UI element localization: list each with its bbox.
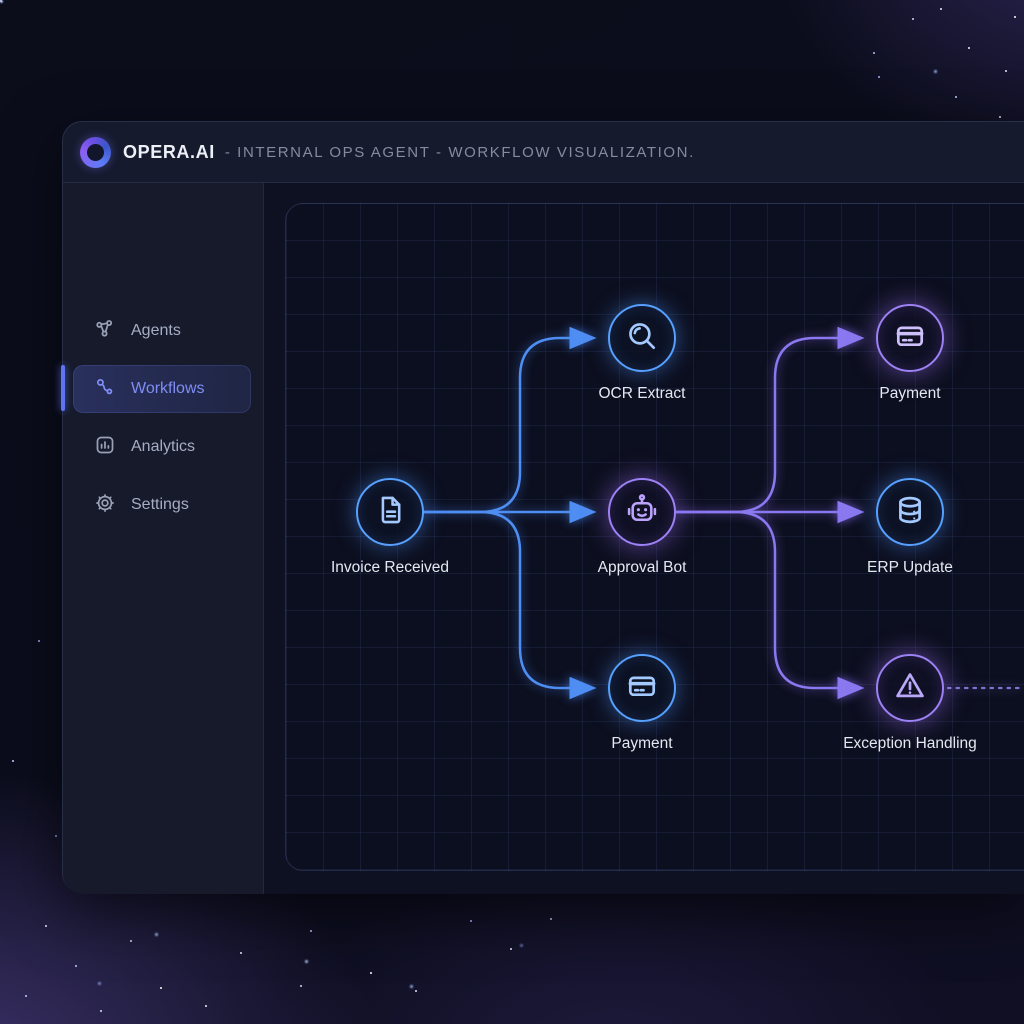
robot-icon [624,492,660,533]
brand-title: OPERA.AI [123,142,215,163]
sidebar: Agents Workflows Analy [63,183,264,894]
database-icon [892,492,928,533]
node-payment-top[interactable] [876,304,944,372]
sidebar-item-settings[interactable]: Settings [73,481,251,529]
workflow-branch-icon [94,376,116,403]
node-label-payment-top: Payment [800,385,1020,403]
sidebar-item-analytics[interactable]: Analytics [73,423,251,471]
starfield-large [0,0,3,3]
credit-card-icon [624,668,660,709]
gear-icon [94,492,116,519]
sidebar-item-agents[interactable]: Agents [73,307,251,355]
node-label-exception-handling: Exception Handling [800,735,1020,753]
active-nav-indicator [61,365,65,411]
node-label-erp-update: ERP Update [800,559,1020,577]
node-label-ocr-extract: OCR Extract [532,385,752,403]
warning-icon [892,668,928,709]
opera-logo-icon [80,137,111,168]
node-payment-bottom[interactable] [608,654,676,722]
node-label-invoice-received: Invoice Received [280,559,500,577]
header: OPERA.AI - INTERNAL OPS AGENT - WORKFLOW… [63,122,1024,183]
header-subtitle: - INTERNAL OPS AGENT - WORKFLOW VISUALIZ… [225,144,695,161]
sidebar-item-label: Agents [131,322,181,340]
agents-network-icon [94,318,116,345]
node-label-approval-bot: Approval Bot [532,559,752,577]
document-icon [373,493,407,532]
node-exception-handling[interactable] [876,654,944,722]
node-erp-update[interactable] [876,478,944,546]
sidebar-item-label: Workflows [131,380,205,398]
node-invoice-received[interactable] [356,478,424,546]
node-ocr-extract[interactable] [608,304,676,372]
node-approval-bot[interactable] [608,478,676,546]
sidebar-item-label: Settings [131,496,189,514]
magnifier-icon [624,318,660,359]
bar-chart-icon [94,434,116,461]
node-label-payment-bottom: Payment [532,735,752,753]
sidebar-item-label: Analytics [131,438,195,456]
sidebar-item-workflows[interactable]: Workflows [73,365,251,413]
credit-card-icon [892,318,928,359]
screen: OPERA.AI - INTERNAL OPS AGENT - WORKFLOW… [0,0,1024,1024]
